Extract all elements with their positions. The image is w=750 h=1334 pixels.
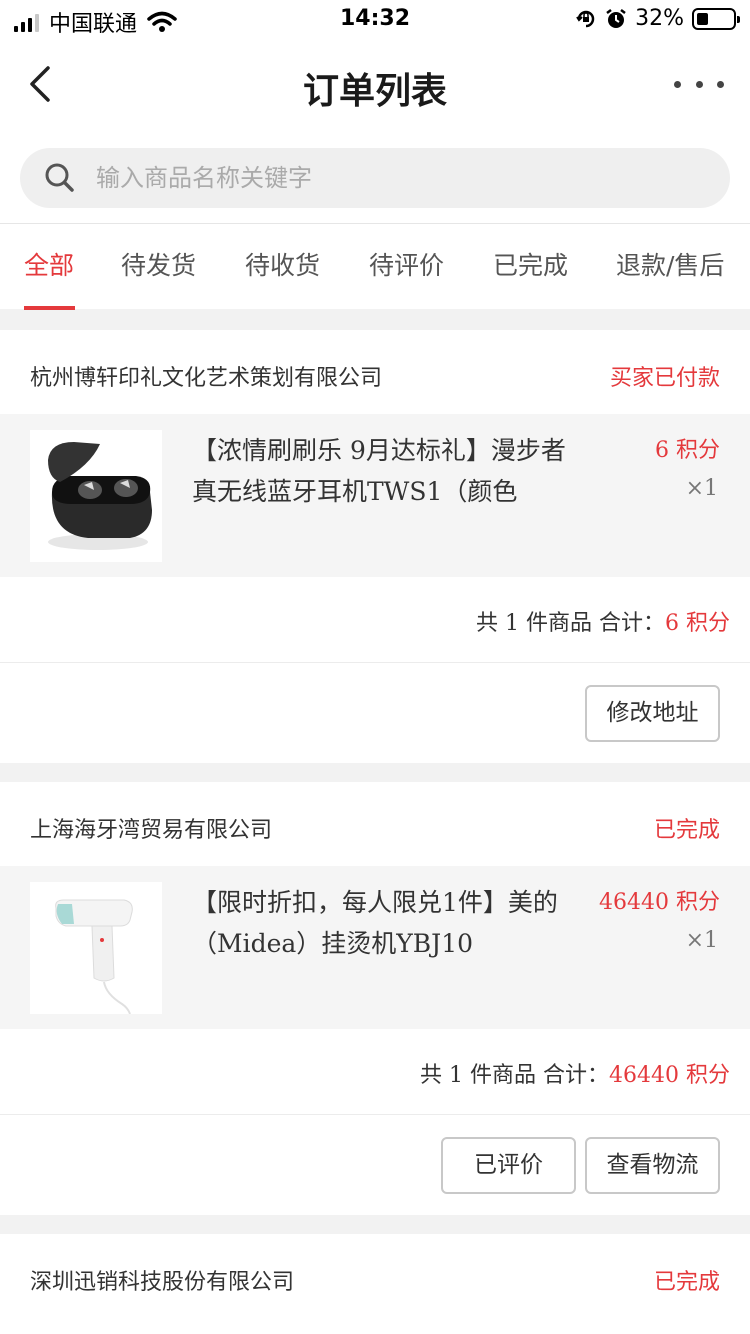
active-tab-indicator (24, 306, 75, 310)
status-right: 32% (575, 6, 740, 31)
summary-total: 46440 积分 (609, 1063, 730, 1088)
order-summary: 共 1 件商品 合计：46440 积分 (0, 1029, 750, 1115)
order-card: 上海海牙湾贸易有限公司 已完成 【限时折扣，每人限兑1件】美的（Midea）挂烫… (0, 782, 750, 1215)
modify-address-button[interactable]: 修改地址 (585, 685, 720, 742)
more-dot-icon (717, 80, 724, 88)
more-dot-icon (695, 80, 703, 88)
view-logistics-button[interactable]: 查看物流 (585, 1137, 720, 1194)
order-item[interactable]: 【浓情刷刷乐 9月达标礼】漫步者真无线蓝牙耳机TWS1（颜色 6 积分 ×1 (0, 414, 750, 577)
chevron-left-icon (30, 66, 50, 102)
more-dot-icon (674, 80, 681, 88)
product-price: 46440 积分 (599, 890, 720, 915)
shop-row[interactable]: 深圳迅销科技股份有限公司 已完成 (0, 1234, 750, 1318)
search-box[interactable] (20, 148, 730, 208)
product-image-earbuds (30, 430, 162, 562)
order-status: 已完成 (653, 1270, 720, 1295)
battery-icon (692, 7, 740, 30)
more-button[interactable] (674, 70, 724, 98)
tab-completed[interactable]: 已完成 (493, 246, 568, 282)
battery-percent: 32% (635, 6, 684, 31)
shop-row[interactable]: 杭州博轩印礼文化艺术策划有限公司 买家已付款 (0, 330, 750, 414)
product-quantity: ×1 (685, 928, 718, 953)
status-bar: 中国联通 14:32 32% (0, 0, 750, 40)
order-status: 买家已付款 (609, 366, 720, 391)
order-card: 杭州博轩印礼文化艺术策划有限公司 买家已付款 【浓情刷刷乐 9月达标礼】漫步者真… (0, 330, 750, 763)
tab-refund[interactable]: 退款/售后 (616, 246, 724, 282)
summary-text: 共 1 件商品 合计：46440 积分 (420, 1057, 730, 1089)
reviewed-button[interactable]: 已评价 (441, 1137, 576, 1194)
search-icon (45, 163, 74, 192)
summary-label: 共 1 件商品 合计： (476, 611, 665, 636)
order-status: 已完成 (653, 818, 720, 843)
product-image-steamer (30, 882, 162, 1014)
order-list-page: 中国联通 14:32 32% 订单列表 输入商品名称关键字 全部 待发货 待收货… (0, 0, 750, 1334)
order-actions: 已评价 查看物流 (0, 1115, 750, 1215)
order-summary: 共 1 件商品 合计：6 积分 (0, 577, 750, 663)
summary-label: 共 1 件商品 合计： (420, 1063, 610, 1088)
earbuds-case-icon (30, 430, 162, 562)
tab-all[interactable]: 全部 (24, 246, 74, 282)
shop-row[interactable]: 上海海牙湾贸易有限公司 已完成 (0, 782, 750, 866)
summary-total: 6 积分 (665, 611, 730, 636)
nav-bar: 订单列表 (0, 40, 750, 130)
shop-name: 上海海牙湾贸易有限公司 (30, 818, 273, 843)
shop-name: 杭州博轩印礼文化艺术策划有限公司 (30, 366, 383, 391)
tab-pending-shipment[interactable]: 待发货 (121, 246, 196, 282)
alarm-icon (606, 8, 626, 28)
order-card: 深圳迅销科技股份有限公司 已完成 (0, 1234, 750, 1334)
page-title: 订单列表 (302, 71, 447, 112)
order-tabs: 全部 待发货 待收货 待评价 已完成 退款/售后 (0, 223, 750, 310)
back-button[interactable] (22, 60, 66, 108)
search-input[interactable] (96, 164, 656, 192)
shop-name: 深圳迅销科技股份有限公司 (30, 1270, 295, 1295)
product-title: 【限时折扣，每人限兑1件】美的（Midea）挂烫机YBJ10 (192, 888, 558, 958)
tab-pending-receipt[interactable]: 待收货 (245, 246, 320, 282)
product-price: 6 积分 (655, 438, 720, 463)
garment-steamer-icon (30, 882, 162, 1014)
rotation-lock-icon (576, 10, 595, 27)
product-quantity: ×1 (685, 476, 718, 501)
summary-text: 共 1 件商品 合计：6 积分 (476, 605, 730, 637)
order-item[interactable]: 【限时折扣，每人限兑1件】美的（Midea）挂烫机YBJ10 46440 积分 … (0, 866, 750, 1029)
order-actions: 修改地址 (0, 663, 750, 763)
product-title: 【浓情刷刷乐 9月达标礼】漫步者真无线蓝牙耳机TWS1（颜色 (192, 436, 566, 506)
search-area (0, 130, 750, 223)
tab-pending-review[interactable]: 待评价 (369, 246, 444, 282)
